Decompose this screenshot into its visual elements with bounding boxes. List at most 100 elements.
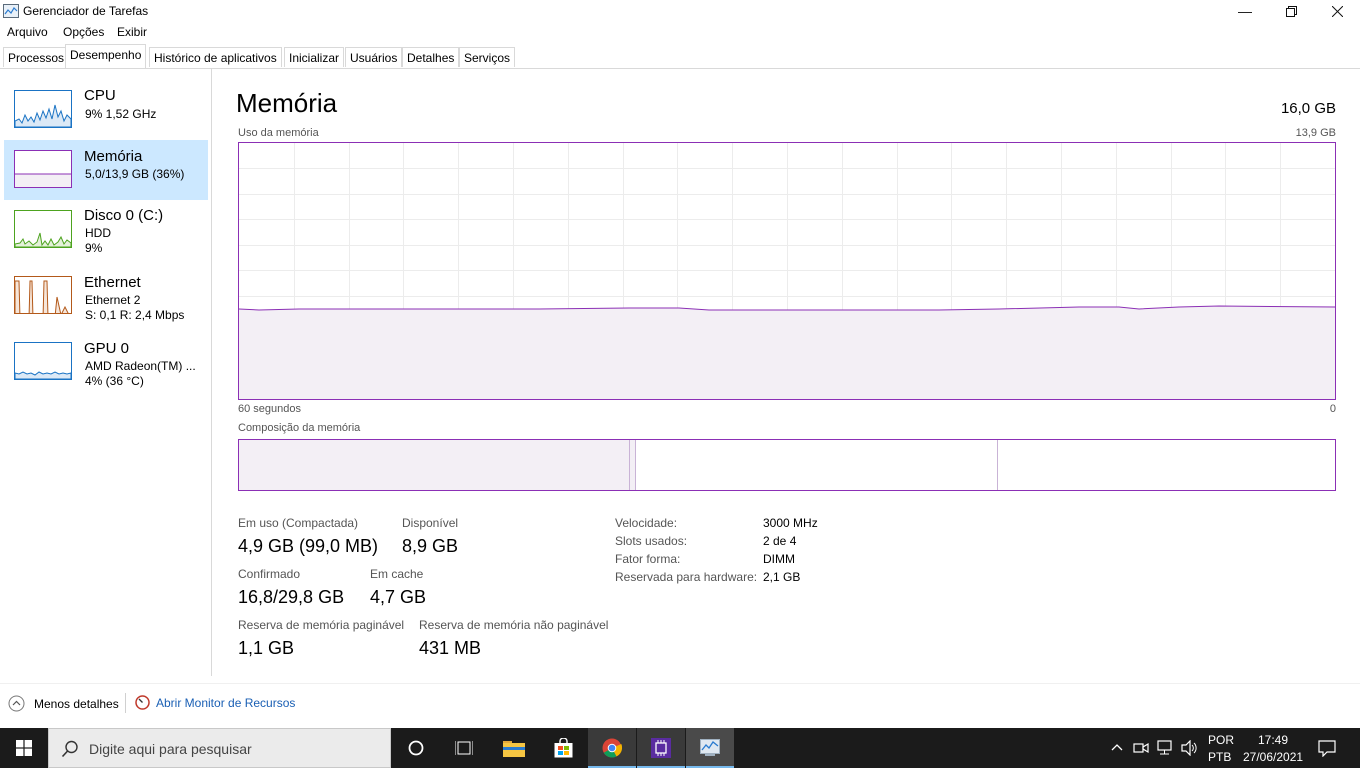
meet-now-icon[interactable]	[1133, 740, 1149, 756]
memory-usage-graph	[238, 142, 1336, 400]
minimize-icon: —	[1238, 3, 1252, 19]
store-button[interactable]	[539, 728, 587, 768]
tab-desempenho[interactable]: Desempenho	[65, 44, 147, 68]
close-button[interactable]	[1314, 0, 1360, 23]
gpu-thumbnail	[14, 342, 72, 380]
task-view-button[interactable]	[440, 728, 488, 768]
clock-date[interactable]: 27/06/2021	[1243, 750, 1303, 764]
disk-title: Disco 0 (C:)	[84, 207, 164, 224]
page-title: Memória	[236, 88, 338, 118]
slots-label: Slots usados:	[615, 534, 688, 548]
form-factor-value: DIMM	[763, 552, 795, 566]
sidebar-item-ethernet[interactable]: Ethernet Ethernet 2 S: 0,1 R: 2,4 Mbps	[4, 269, 208, 329]
committed-label: Confirmado	[238, 567, 301, 581]
disk-thumbnail	[14, 210, 72, 248]
close-icon	[1331, 5, 1343, 18]
cortana-circle-icon	[408, 740, 424, 756]
usage-label: Uso da memória	[238, 127, 319, 139]
cpu-thumbnail	[14, 90, 72, 128]
performance-sidebar: CPU 9% 1,52 GHz Memória 5,0/13,9 GB (36%…	[0, 69, 212, 676]
network-icon[interactable]	[1157, 740, 1175, 756]
keyboard-layout[interactable]: PTB	[1208, 750, 1231, 764]
taskbar: Digite aqui para pesquisar POR PTB 17:49…	[0, 728, 1360, 768]
form-factor-label: Fator forma:	[615, 552, 681, 566]
language-code[interactable]: POR	[1208, 733, 1234, 747]
start-button[interactable]	[0, 728, 48, 768]
taskbar-search-box[interactable]: Digite aqui para pesquisar	[48, 728, 391, 768]
speed-value: 3000 MHz	[763, 516, 818, 530]
ethernet-sub2: S: 0,1 R: 2,4 Mbps	[85, 308, 185, 322]
composition-in-use	[239, 440, 630, 490]
less-details-button[interactable]: Menos detalhes	[8, 695, 119, 712]
time-left-label: 60 segundos	[238, 403, 301, 415]
cached-label: Em cache	[370, 567, 424, 581]
sidebar-item-memory[interactable]: Memória 5,0/13,9 GB (36%)	[4, 140, 208, 200]
available-label: Disponível	[402, 516, 459, 530]
task-manager-icon	[700, 739, 720, 756]
notifications-icon[interactable]	[1318, 740, 1336, 757]
chip-icon	[651, 738, 671, 758]
folder-icon	[503, 741, 525, 757]
available-value: 8,9 GB	[402, 536, 459, 556]
ethernet-title: Ethernet	[84, 274, 141, 291]
disk-sub1: HDD	[85, 226, 111, 240]
chrome-button[interactable]	[588, 728, 636, 768]
footer-divider	[0, 683, 1360, 684]
resource-monitor-link[interactable]: Abrir Monitor de Recursos	[135, 695, 295, 710]
minimize-button[interactable]: —	[1222, 0, 1268, 23]
tab-detalhes[interactable]: Detalhes	[402, 47, 460, 67]
chevron-up-icon[interactable]	[1111, 742, 1123, 754]
tab-servicos[interactable]: Serviços	[459, 47, 516, 67]
chrome-icon	[602, 738, 622, 758]
in-use-label: Em uso (Compactada)	[238, 516, 359, 530]
hardware-reserved-label: Reservada para hardware:	[615, 570, 758, 584]
gpu-sub1: AMD Radeon(TM) ...	[85, 359, 196, 373]
in-use-value: 4,9 GB (99,0 MB)	[238, 536, 379, 556]
chevron-up-circle-icon	[8, 695, 25, 712]
tab-usuarios[interactable]: Usuários	[345, 47, 403, 67]
resource-monitor-icon	[135, 695, 150, 710]
search-placeholder: Digite aqui para pesquisar	[89, 741, 252, 757]
time-right-label: 0	[1329, 403, 1336, 415]
task-manager-taskbar-button[interactable]	[686, 728, 734, 768]
paged-pool-value: 1,1 GB	[238, 638, 295, 658]
memory-sub: 5,0/13,9 GB (36%)	[85, 167, 185, 181]
clock-time[interactable]: 17:49	[1258, 733, 1288, 747]
memory-composition-bar	[238, 439, 1336, 491]
sidebar-item-cpu[interactable]: CPU 9% 1,52 GHz	[4, 81, 208, 141]
menu-arquivo[interactable]: Arquivo	[7, 25, 48, 39]
sidebar-item-gpu[interactable]: GPU 0 AMD Radeon(TM) ... 4% (36 °C)	[4, 335, 208, 395]
window-title: Gerenciador de Tarefas	[23, 4, 149, 18]
menu-exibir[interactable]: Exibir	[117, 25, 147, 39]
nonpaged-pool-value: 431 MB	[419, 638, 482, 658]
restore-icon	[1285, 6, 1297, 17]
menu-opcoes[interactable]: Opções	[63, 25, 104, 39]
tab-processos[interactable]: Processos	[3, 47, 70, 67]
disk-sub2: 9%	[85, 241, 103, 255]
sidebar-item-disk[interactable]: Disco 0 (C:) HDD 9%	[4, 202, 208, 262]
gpu-title: GPU 0	[84, 340, 130, 357]
windows-logo-icon	[16, 740, 32, 756]
speed-label: Velocidade:	[615, 516, 678, 530]
memory-usage-line	[239, 305, 1335, 399]
less-details-label: Menos detalhes	[34, 696, 119, 711]
nonpaged-pool-label: Reserva de memória não paginável	[419, 618, 609, 632]
slots-value: 2 de 4	[763, 534, 797, 548]
task-manager-icon	[3, 4, 19, 18]
cpu-app-button[interactable]	[637, 728, 685, 768]
gpu-sub2: 4% (36 °C)	[85, 374, 144, 388]
tab-inicializar[interactable]: Inicializar	[284, 47, 345, 67]
ethernet-thumbnail	[14, 276, 72, 314]
ethernet-sub1: Ethernet 2	[85, 293, 141, 307]
memory-total: 16,0 GB	[1280, 100, 1336, 117]
volume-icon[interactable]	[1181, 740, 1199, 756]
tab-historico[interactable]: Histórico de aplicativos	[149, 47, 282, 67]
file-explorer-button[interactable]	[490, 728, 538, 768]
maximize-button[interactable]	[1268, 0, 1314, 23]
tab-strip: Processos Desempenho Histórico de aplica…	[0, 44, 1360, 69]
cortana-button[interactable]	[392, 728, 440, 768]
paged-pool-label: Reserva de memória paginável	[238, 618, 405, 632]
cached-value: 4,7 GB	[370, 587, 427, 607]
composition-standby	[997, 440, 998, 490]
committed-value: 16,8/29,8 GB	[238, 587, 345, 607]
